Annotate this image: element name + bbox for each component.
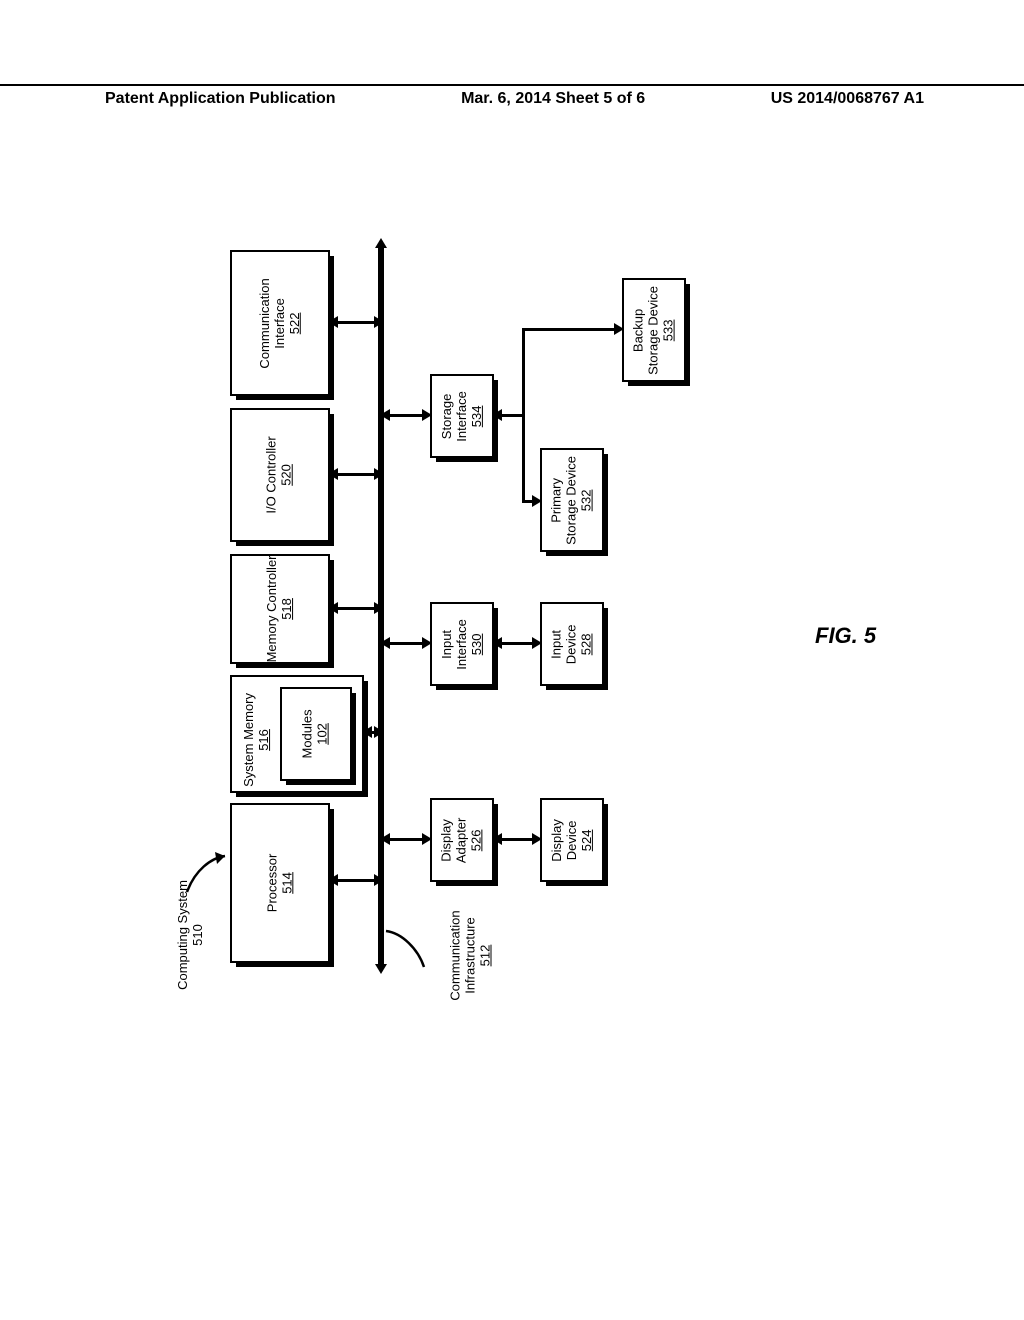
primstor-ref: 532 <box>578 489 593 511</box>
comm-label: Communication Interface <box>257 278 287 368</box>
inputdev-label: Input Device <box>549 624 579 664</box>
header-right: US 2014/0068767 A1 <box>771 90 924 108</box>
dispdev-label: Display Device <box>549 819 579 862</box>
block-storageif: Storage Interface 534 <box>430 374 494 458</box>
block-sysmem: System Memory 516 Modules 102 <box>230 675 364 793</box>
memctrl-label: Memory Controller <box>264 556 279 663</box>
primstor-label: Primary Storage Device <box>549 456 579 545</box>
backupstor-label: Backup Storage Device <box>631 286 661 375</box>
block-comm: Communication Interface 522 <box>230 250 330 396</box>
memctrl-ref: 518 <box>279 598 294 620</box>
block-processor: Processor 514 <box>230 803 330 963</box>
block-inputdev: Input Device 528 <box>540 602 604 686</box>
block-primstor: Primary Storage Device 532 <box>540 448 604 552</box>
block-backupstor: Backup Storage Device 533 <box>622 278 686 382</box>
ioctrl-label: I/O Controller <box>264 436 279 513</box>
sysmem-ref: 516 <box>256 729 271 751</box>
modules-label: Modules <box>300 709 315 758</box>
figure-label: FIG. 5 <box>815 623 876 649</box>
header-left: Patent Application Publication <box>105 90 336 108</box>
block-memctrl: Memory Controller 518 <box>230 554 330 664</box>
processor-ref: 514 <box>279 872 294 894</box>
inputif-label: Input Interface <box>439 619 469 670</box>
processor-label: Processor <box>264 854 279 913</box>
block-ioctrl: I/O Controller 520 <box>230 408 330 542</box>
modules-ref: 102 <box>315 723 330 745</box>
inputif-ref: 530 <box>468 633 483 655</box>
page-header: Patent Application Publication Mar. 6, 2… <box>0 84 1024 108</box>
dispdev-ref: 524 <box>578 829 593 851</box>
inputdev-ref: 528 <box>578 633 593 655</box>
storageif-ref: 534 <box>468 405 483 427</box>
storageif-label: Storage Interface <box>439 391 469 442</box>
comm-infra-label: Communication Infrastructure <box>448 910 478 1000</box>
block-inputif: Input Interface 530 <box>430 602 494 686</box>
block-dispdev: Display Device 524 <box>540 798 604 882</box>
bus-arrow-up <box>375 238 387 248</box>
sysmem-label: System Memory <box>241 693 256 787</box>
block-modules: Modules 102 <box>280 687 352 781</box>
comm-infra-ref: 512 <box>478 945 493 967</box>
header-center: Mar. 6, 2014 Sheet 5 of 6 <box>461 90 645 108</box>
block-dispadapt: Display Adapter 526 <box>430 798 494 882</box>
dispadapt-label: Display Adapter <box>439 817 469 863</box>
dispadapt-ref: 526 <box>468 829 483 851</box>
system-ref: 510 <box>190 924 205 946</box>
diagram: Computing System 510 Processor 514 Syste… <box>130 230 890 1170</box>
backupstor-ref: 533 <box>660 319 675 341</box>
comm-infra-group: Communication Infrastructure 512 <box>420 933 520 978</box>
ioctrl-ref: 520 <box>279 464 294 486</box>
callout-arrow <box>175 850 235 900</box>
comm-ref: 522 <box>286 312 301 334</box>
